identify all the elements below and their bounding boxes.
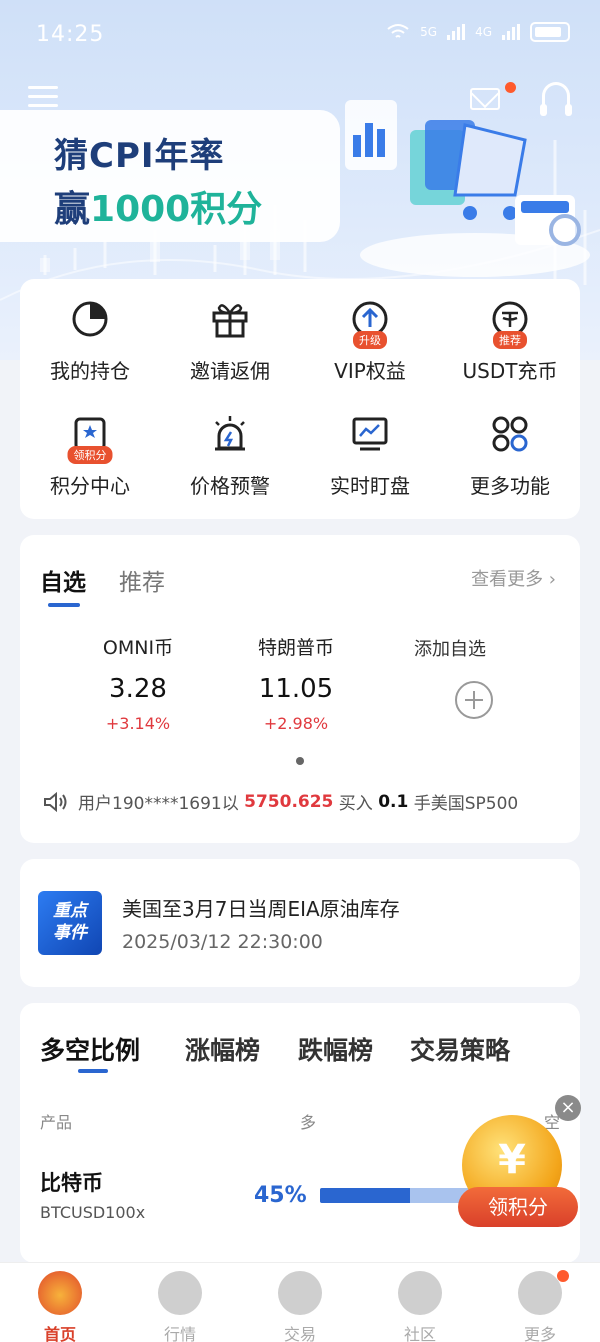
trade-icon [278, 1271, 322, 1315]
coin-name: 特朗普币 [257, 637, 334, 659]
signal-icon [447, 24, 466, 40]
product-code: BTCUSD100x [40, 1203, 146, 1222]
status-bar: 14:25 5G 4G [0, 0, 600, 70]
signal-icon [502, 24, 520, 40]
coin-price: 3.28 [109, 674, 167, 704]
key-event-card[interactable]: 重点 事件 美国至3月7日当周EIA原油库存 2025/03/12 22:30:0… [20, 859, 580, 987]
nav-label: 社区 [403, 1325, 436, 1342]
watch-coin-trump[interactable]: 特朗普币 11.05 +2.98% [216, 633, 376, 733]
quick-action-usdt[interactable]: 推荐 USDT充币 [440, 297, 580, 384]
badge-upgrade: 升级 [353, 331, 387, 349]
coin-change: +2.98% [263, 714, 329, 733]
nav-label: 更多 [523, 1325, 556, 1342]
banner-title: 猜CPI年率 [54, 136, 225, 176]
nav-label: 首页 [43, 1325, 76, 1342]
tab-indicator [78, 1069, 108, 1073]
network-5g-label: 5G [420, 25, 438, 39]
tab-watchlist[interactable]: 自选 [40, 563, 86, 597]
quick-action-invite[interactable]: 邀请返佣 [160, 297, 300, 384]
vip-up-icon: 升级 [348, 297, 392, 349]
nav-community[interactable]: 社区 [380, 1271, 460, 1342]
quick-action-label: 实时盯盘 [330, 474, 410, 498]
col-long: 多 [300, 1113, 317, 1132]
wifi-icon [387, 24, 409, 38]
quick-action-more[interactable]: 更多功能 [440, 412, 580, 499]
lion-mascot-icon [38, 1271, 82, 1315]
tab-indicator [48, 603, 80, 607]
add-watchlist-button[interactable] [455, 681, 493, 719]
tab-gainers[interactable]: 涨幅榜 [185, 1031, 260, 1067]
notification-dot [557, 1270, 569, 1282]
long-percent: 45% [254, 1183, 307, 1208]
quick-action-label: 邀请返佣 [190, 359, 270, 383]
gift-icon [208, 297, 252, 341]
shopping-cart-illustration [345, 100, 590, 277]
pager-dot [296, 757, 304, 765]
quick-action-label: USDT充币 [462, 359, 558, 383]
col-product: 产品 [40, 1113, 73, 1132]
monitor-icon [348, 412, 392, 456]
quick-action-label: 价格预警 [190, 474, 270, 498]
badge-get-points: 领积分 [67, 446, 113, 464]
grid-icon [488, 412, 532, 456]
tab-strategy[interactable]: 交易策略 [410, 1031, 510, 1067]
quick-action-label: VIP权益 [334, 359, 406, 383]
nav-more[interactable]: 更多 [500, 1271, 580, 1342]
ticker-price: 5750.625 [244, 791, 334, 812]
add-watchlist-label: 添加自选 [414, 639, 486, 660]
battery-icon [530, 22, 570, 42]
quick-action-label: 更多功能 [470, 474, 550, 498]
quick-action-holdings[interactable]: 我的持仓 [20, 297, 160, 384]
ticker-qty: 0.1 [378, 791, 409, 812]
pie-chart-icon [68, 297, 112, 341]
banner-subtitle: 赢1000积分 [54, 189, 263, 230]
quick-action-monitor[interactable]: 实时盯盘 [300, 412, 440, 499]
status-time: 14:25 [36, 22, 105, 47]
chevron-right-icon: › [543, 569, 556, 590]
community-icon [398, 1271, 442, 1315]
coin-price: 11.05 [258, 674, 334, 704]
nav-home[interactable]: 首页 [20, 1271, 100, 1342]
event-time: 2025/03/12 22:30:00 [122, 931, 323, 953]
alarm-icon [208, 412, 252, 456]
speaker-icon [44, 791, 67, 812]
quick-action-label: 我的持仓 [50, 359, 130, 383]
key-event-badge: 重点 事件 [38, 891, 102, 955]
tab-losers[interactable]: 跌幅榜 [298, 1031, 373, 1067]
tab-recommend[interactable]: 推荐 [119, 563, 165, 597]
menu-icon[interactable] [28, 86, 58, 108]
bottom-nav: 首页 行情 交易 社区 更多 [0, 1262, 600, 1342]
close-icon[interactable]: × [555, 1095, 581, 1121]
tab-long-short[interactable]: 多空比例 [40, 1031, 140, 1067]
quick-action-points[interactable]: 领积分 积分中心 [20, 412, 160, 499]
quick-actions-card: 我的持仓 邀请返佣 升级 VIP权益 推荐 USDT充币 领积分 积分中心 价格… [20, 279, 580, 519]
quick-action-vip[interactable]: 升级 VIP权益 [300, 297, 440, 384]
points-icon: 领积分 [67, 412, 113, 464]
status-icons: 5G 4G [386, 22, 570, 42]
watch-coin-omni[interactable]: OMNI币 3.28 +3.14% [58, 633, 218, 733]
event-title: 美国至3月7日当周EIA原油库存 [122, 897, 400, 921]
market-icon [158, 1271, 202, 1315]
more-bag-icon [518, 1271, 562, 1315]
get-points-button[interactable]: 领积分 [458, 1187, 578, 1227]
see-more-link[interactable]: 查看更多 › [471, 565, 556, 591]
long-bar-fill [320, 1188, 410, 1203]
coin-change: +3.14% [105, 714, 171, 733]
nav-label: 行情 [163, 1325, 196, 1342]
quick-action-label: 积分中心 [50, 474, 130, 498]
usdt-icon: 推荐 [488, 297, 532, 349]
trade-ticker: 用户190****1691以 5750.625 买入 0.1 手美国SP500 [42, 789, 518, 814]
nav-market[interactable]: 行情 [140, 1271, 220, 1342]
coin-name: OMNI币 [102, 637, 174, 659]
badge-recommend: 推荐 [493, 331, 527, 349]
reward-float[interactable]: ¥ 领积分 × [440, 1095, 590, 1235]
network-4g-label: 4G [475, 25, 492, 39]
product-name[interactable]: 比特币 [40, 1167, 103, 1197]
nav-label: 交易 [283, 1325, 316, 1342]
quick-action-alert[interactable]: 价格预警 [160, 412, 300, 499]
watchlist-card: 自选 推荐 查看更多 › OMNI币 3.28 +3.14% 特朗普币 11.0… [20, 535, 580, 843]
nav-trade[interactable]: 交易 [260, 1271, 340, 1342]
